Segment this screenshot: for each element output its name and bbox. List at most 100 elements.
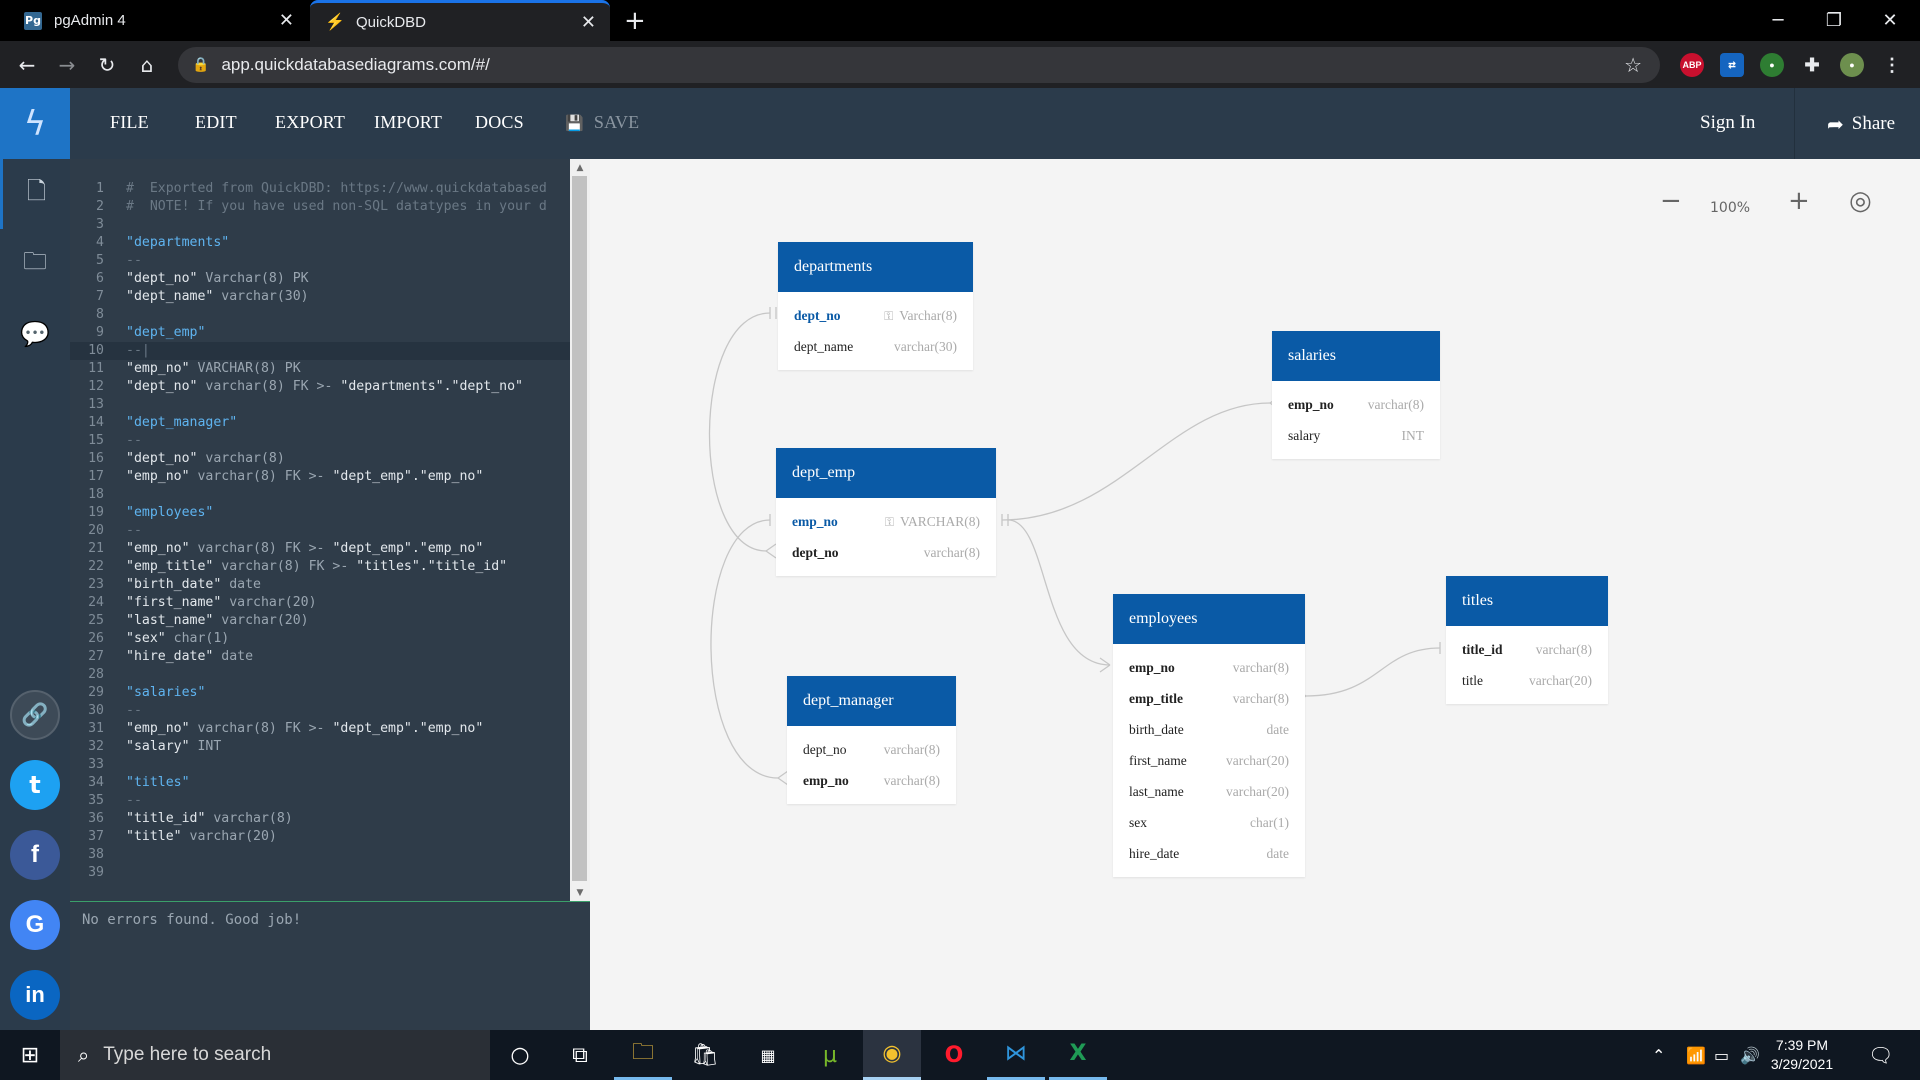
table-field-row[interactable]: title_id varchar(8): [1446, 634, 1608, 665]
back-icon[interactable]: ←: [13, 51, 41, 79]
code-line[interactable]: 20 --: [70, 522, 570, 540]
code-line[interactable]: 26 "sex" char(1): [70, 630, 570, 648]
code-line[interactable]: 19 "employees": [70, 504, 570, 522]
code-line[interactable]: 32 "salary" INT: [70, 738, 570, 756]
share-button[interactable]: ➦ Share: [1794, 88, 1920, 159]
table-dept-emp[interactable]: dept_emp emp_no ⚿ VARCHAR(8) dept_no varchar(…: [776, 448, 996, 576]
table-field-row[interactable]: salary INT: [1272, 420, 1440, 451]
vscode-icon[interactable]: ⋈: [987, 1030, 1045, 1080]
table-field-row[interactable]: title varchar(20): [1446, 665, 1608, 696]
code-line[interactable]: 34 "titles": [70, 774, 570, 792]
diagram-canvas[interactable]: − 100% + ◎ departments dept_no ⚿ Varchar(8)…: [590, 159, 1920, 1030]
line-text[interactable]: [112, 846, 126, 864]
code-line[interactable]: 25 "last_name" varchar(20): [70, 612, 570, 630]
table-departments[interactable]: departments dept_no ⚿ Varchar(8) dept_name va…: [778, 242, 973, 370]
new-tab-icon[interactable]: +: [624, 6, 646, 36]
line-text[interactable]: "dept_name" varchar(30): [112, 288, 309, 306]
battery-icon[interactable]: ▭: [1714, 1030, 1729, 1080]
cortana-icon[interactable]: ○: [491, 1030, 549, 1080]
window-close-icon[interactable]: ✕: [1860, 0, 1920, 41]
code-line[interactable]: 12 "dept_no" varchar(8) FK >- "department…: [70, 378, 570, 396]
code-line[interactable]: 4 "departments": [70, 234, 570, 252]
table-employees[interactable]: employees emp_no varchar(8) emp_title varcha…: [1113, 594, 1305, 877]
code-line[interactable]: 35 --: [70, 792, 570, 810]
link-icon[interactable]: 🔗: [10, 690, 60, 740]
line-text[interactable]: [112, 864, 126, 882]
line-text[interactable]: "dept_manager": [112, 414, 237, 432]
code-line[interactable]: 17 "emp_no" varchar(8) FK >- "dept_emp"."…: [70, 468, 570, 486]
line-text[interactable]: [112, 216, 126, 234]
address-bar[interactable]: 🔒 app.quickdatabasediagrams.com/#/ ☆: [178, 47, 1660, 83]
line-text[interactable]: --: [112, 522, 142, 540]
line-text[interactable]: [112, 396, 126, 414]
extension-translate-icon[interactable]: ⇄: [1720, 53, 1744, 77]
table-field-row[interactable]: dept_no ⚿ Varchar(8): [778, 300, 973, 331]
notifications-icon[interactable]: 🗨: [1868, 1030, 1893, 1080]
menu-docs[interactable]: DOCS: [475, 112, 524, 133]
windows-start-icon[interactable]: ⊞: [0, 1030, 60, 1080]
code-line[interactable]: 1 # Exported from QuickDBD: https://www.q…: [70, 180, 570, 198]
scroll-up-icon[interactable]: ▲: [570, 159, 590, 176]
zoom-out-icon[interactable]: −: [1660, 186, 1682, 216]
code-lines[interactable]: 1 # Exported from QuickDBD: https://www.q…: [70, 180, 570, 882]
forward-icon[interactable]: →: [53, 51, 81, 79]
line-text[interactable]: "title_id" varchar(8): [112, 810, 293, 828]
code-line[interactable]: 15 --: [70, 432, 570, 450]
table-field-row[interactable]: emp_no varchar(8): [787, 765, 956, 796]
file-explorer-icon[interactable]: 🗀: [614, 1030, 672, 1080]
opera-icon[interactable]: O: [925, 1030, 983, 1080]
code-line[interactable]: 30 --: [70, 702, 570, 720]
code-line[interactable]: 27 "hire_date" date: [70, 648, 570, 666]
tab-pgadmin[interactable]: Pg pgAdmin 4 ✕: [8, 0, 308, 41]
line-text[interactable]: "first_name" varchar(20): [112, 594, 317, 612]
line-text[interactable]: --|: [112, 342, 150, 360]
line-text[interactable]: --: [112, 792, 142, 810]
line-text[interactable]: # Exported from QuickDBD: https://www.qu…: [112, 180, 547, 198]
line-text[interactable]: "hire_date" date: [112, 648, 253, 666]
home-icon[interactable]: ⌂: [133, 51, 161, 79]
line-text[interactable]: "birth_date" date: [112, 576, 261, 594]
code-line[interactable]: 39: [70, 864, 570, 882]
menu-import[interactable]: IMPORT: [374, 112, 442, 133]
code-line[interactable]: 36 "title_id" varchar(8): [70, 810, 570, 828]
sign-in-link[interactable]: Sign In: [1700, 112, 1755, 134]
folder-icon[interactable]: 🗀: [0, 229, 70, 299]
line-text[interactable]: "emp_no" varchar(8) FK >- "dept_emp"."em…: [112, 468, 483, 486]
line-text[interactable]: --: [112, 432, 142, 450]
code-line[interactable]: 9 "dept_emp": [70, 324, 570, 342]
twitter-icon[interactable]: t: [10, 760, 60, 810]
line-text[interactable]: "titles": [112, 774, 190, 792]
line-text[interactable]: "dept_no" varchar(8) FK >- "departments"…: [112, 378, 523, 396]
line-text[interactable]: "dept_emp": [112, 324, 205, 342]
table-field-row[interactable]: last_name varchar(20): [1113, 776, 1305, 807]
line-text[interactable]: --: [112, 702, 142, 720]
line-text[interactable]: [112, 486, 126, 504]
table-header[interactable]: salaries: [1272, 331, 1440, 381]
table-dept-manager[interactable]: dept_manager dept_no varchar(8) emp_no varch…: [787, 676, 956, 804]
tab-quickdbd[interactable]: ⚡ QuickDBD ✕: [310, 0, 610, 41]
table-field-row[interactable]: dept_name varchar(30): [778, 331, 973, 362]
code-editor[interactable]: 1 # Exported from QuickDBD: https://www.q…: [70, 159, 570, 901]
code-line[interactable]: 38: [70, 846, 570, 864]
table-header[interactable]: titles: [1446, 576, 1608, 626]
line-text[interactable]: "emp_no" VARCHAR(8) PK: [112, 360, 301, 378]
code-line[interactable]: 8: [70, 306, 570, 324]
table-field-row[interactable]: sex char(1): [1113, 807, 1305, 838]
code-line[interactable]: 24 "first_name" varchar(20): [70, 594, 570, 612]
line-text[interactable]: "title" varchar(20): [112, 828, 277, 846]
line-text[interactable]: "dept_no" Varchar(8) PK: [112, 270, 309, 288]
menu-file[interactable]: FILE: [110, 112, 149, 133]
code-line[interactable]: 18: [70, 486, 570, 504]
line-text[interactable]: "emp_title" varchar(8) FK >- "titles"."t…: [112, 558, 507, 576]
bookmark-star-icon[interactable]: ☆: [1624, 53, 1642, 77]
line-text[interactable]: "departments": [112, 234, 229, 252]
quickdbd-logo-icon[interactable]: ϟ: [0, 88, 70, 159]
menu-edit[interactable]: EDIT: [195, 112, 237, 133]
code-line[interactable]: 37 "title" varchar(20): [70, 828, 570, 846]
line-text[interactable]: "salary" INT: [112, 738, 221, 756]
scroll-down-icon[interactable]: ▼: [570, 884, 590, 901]
line-text[interactable]: "employees": [112, 504, 213, 522]
code-line[interactable]: 28: [70, 666, 570, 684]
code-line[interactable]: 3: [70, 216, 570, 234]
document-icon[interactable]: 🗋: [0, 159, 70, 229]
